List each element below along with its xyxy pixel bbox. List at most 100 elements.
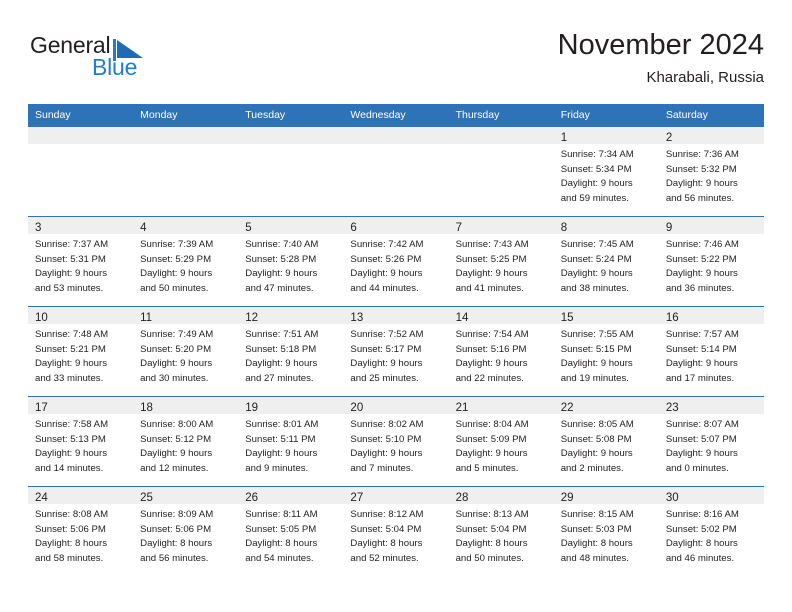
sunrise-text: Sunrise: 8:15 AM [560,509,634,520]
calendar-day-cell[interactable]: 11 Sunrise: 7:49 AM Sunset: 5:20 PM Dayligh… [133,306,239,397]
calendar-day-cell[interactable]: 26 Sunrise: 8:11 AM Sunset: 5:05 PM Dayligh… [238,486,344,577]
calendar-day-cell[interactable]: 1 Sunrise: 7:34 AM Sunset: 5:34 PM Daylight… [553,126,659,217]
calendar-day-cell[interactable]: 23 Sunrise: 8:07 AM Sunset: 5:07 PM Dayligh… [658,396,764,487]
page-title: November 2024 [557,29,764,61]
daylight-text-line2: and 46 minutes. [665,552,735,564]
calendar-day-cell[interactable]: 12 Sunrise: 7:51 AM Sunset: 5:18 PM Dayligh… [238,306,344,397]
calendar-day-cell[interactable]: 8 Sunrise: 7:45 AM Sunset: 5:24 PM Daylight… [553,216,659,307]
daylight-text-line1: Daylight: 9 hours [665,178,738,189]
daylight-text-line1: Daylight: 8 hours [245,538,318,549]
daylight-text-line2: and 50 minutes. [140,282,209,294]
day-number-band: 7 [448,217,554,234]
calendar-day-cell[interactable]: 14 Sunrise: 7:54 AM Sunset: 5:16 PM Dayligh… [448,306,554,397]
daylight-text-line2: and 17 minutes. [665,372,735,384]
calendar-day-cell[interactable]: 4 Sunrise: 7:39 AM Sunset: 5:29 PM Daylight… [133,216,239,307]
calendar-week-row: 3 Sunrise: 7:37 AM Sunset: 5:31 PM Daylight… [28,216,764,307]
day-number-band: 23 [658,397,764,414]
calendar-day-cell[interactable]: 10 Sunrise: 7:48 AM Sunset: 5:21 PM Dayligh… [28,306,134,397]
calendar-day-cell[interactable]: 16 Sunrise: 7:57 AM Sunset: 5:14 PM Dayligh… [658,306,764,397]
daylight-text-line1: Daylight: 9 hours [245,448,318,459]
sunset-text: Sunset: 5:14 PM [665,343,737,355]
sunrise-text: Sunrise: 7:58 AM [35,419,109,430]
daylight-text-line1: Daylight: 9 hours [350,268,423,279]
day-number-band: 14 [448,307,554,324]
sunrise-text: Sunrise: 8:11 AM [245,509,318,520]
day-number-band: 28 [448,487,554,504]
calendar-day-cell[interactable]: 6 Sunrise: 7:42 AM Sunset: 5:26 PM Daylight… [343,216,449,307]
daylight-text-line2: and 56 minutes. [140,552,209,564]
sunrise-text: Sunrise: 8:16 AM [665,509,739,520]
calendar-day-cell[interactable]: 27 Sunrise: 8:12 AM Sunset: 5:04 PM Dayligh… [343,486,449,577]
daylight-text-line1: Daylight: 9 hours [350,358,423,369]
day-number: 26 [245,492,259,504]
calendar-day-cell[interactable]: 25 Sunrise: 8:09 AM Sunset: 5:06 PM Dayligh… [133,486,239,577]
sunset-text: Sunset: 5:15 PM [560,343,632,355]
calendar-day-cell[interactable]: 24 Sunrise: 8:08 AM Sunset: 5:06 PM Dayligh… [28,486,134,577]
sunrise-text: Sunrise: 8:00 AM [140,419,214,430]
calendar-day-cell[interactable]: 13 Sunrise: 7:52 AM Sunset: 5:17 PM Dayligh… [343,306,449,397]
masthead: General Blue November 2024 Kharabali, Ru… [28,28,764,96]
sunset-text: Sunset: 5:32 PM [665,163,737,175]
calendar-day-cell[interactable]: 3 Sunrise: 7:37 AM Sunset: 5:31 PM Daylight… [28,216,134,307]
day-cell-body: Sunrise: 8:00 AM Sunset: 5:12 PM Daylight:… [133,414,238,476]
day-number-band: 2 [658,127,764,144]
day-cell-body: Sunrise: 8:09 AM Sunset: 5:06 PM Daylight:… [133,504,238,566]
calendar-day-cell[interactable]: 2 Sunrise: 7:36 AM Sunset: 5:32 PM Daylight… [658,126,764,217]
calendar-day-cell[interactable]: 22 Sunrise: 8:05 AM Sunset: 5:08 PM Dayligh… [553,396,659,487]
calendar-day-cell[interactable]: 18 Sunrise: 8:00 AM Sunset: 5:12 PM Dayligh… [133,396,239,487]
sunrise-text: Sunrise: 7:36 AM [665,149,739,160]
sunset-text: Sunset: 5:04 PM [350,523,422,535]
day-number: 4 [140,222,147,234]
day-number-band [133,127,239,144]
day-cell-body: Sunrise: 7:43 AM Sunset: 5:25 PM Daylight:… [449,234,554,296]
calendar-day-cell[interactable]: 5 Sunrise: 7:40 AM Sunset: 5:28 PM Daylight… [238,216,344,307]
calendar-day-cell[interactable]: 19 Sunrise: 8:01 AM Sunset: 5:11 PM Dayligh… [238,396,344,487]
calendar-page: General Blue November 2024 Kharabali, Ru… [0,0,792,612]
sunset-text: Sunset: 5:12 PM [140,433,212,445]
calendar-day-cell[interactable]: 21 Sunrise: 8:04 AM Sunset: 5:09 PM Dayligh… [448,396,554,487]
day-number: 29 [560,492,574,504]
day-cell-body: Sunrise: 8:11 AM Sunset: 5:05 PM Daylight:… [238,504,343,566]
daylight-text-line1: Daylight: 9 hours [245,358,318,369]
calendar-day-cell[interactable]: 28 Sunrise: 8:13 AM Sunset: 5:04 PM Dayligh… [448,486,554,577]
daylight-text-line2: and 50 minutes. [455,552,524,564]
sunset-text: Sunset: 5:28 PM [245,253,317,265]
sunrise-text: Sunrise: 8:05 AM [560,419,634,430]
calendar-day-cell[interactable]: 15 Sunrise: 7:55 AM Sunset: 5:15 PM Dayligh… [553,306,659,397]
day-cell-body: Sunrise: 7:49 AM Sunset: 5:20 PM Daylight:… [133,324,238,386]
daylight-text-line2: and 53 minutes. [35,282,104,294]
calendar-day-cell[interactable]: 30 Sunrise: 8:16 AM Sunset: 5:02 PM Dayligh… [658,486,764,577]
day-number-band: 19 [238,397,344,414]
calendar-day-cell[interactable]: 9 Sunrise: 7:46 AM Sunset: 5:22 PM Daylight… [658,216,764,307]
day-number-band: 26 [238,487,344,504]
sunset-text: Sunset: 5:29 PM [140,253,212,265]
daylight-text-line2: and 52 minutes. [350,552,419,564]
sunset-text: Sunset: 5:18 PM [245,343,317,355]
day-cell-body: Sunrise: 7:39 AM Sunset: 5:29 PM Daylight:… [133,234,238,296]
daylight-text-line1: Daylight: 9 hours [455,448,528,459]
day-number: 13 [350,312,364,324]
daylight-text-line1: Daylight: 8 hours [350,538,423,549]
daylight-text-line2: and 47 minutes. [245,282,314,294]
calendar-day-cell-empty [343,126,449,217]
brand-logo[interactable]: General Blue [30,32,170,88]
daylight-text-line1: Daylight: 9 hours [35,358,107,369]
day-number: 22 [560,402,574,414]
sunset-text: Sunset: 5:09 PM [455,433,527,445]
calendar-day-cell[interactable]: 29 Sunrise: 8:15 AM Sunset: 5:03 PM Dayligh… [553,486,659,577]
sunrise-text: Sunrise: 7:52 AM [350,329,424,340]
calendar-day-cell[interactable]: 17 Sunrise: 7:58 AM Sunset: 5:13 PM Dayligh… [28,396,134,487]
sunrise-text: Sunrise: 8:12 AM [350,509,424,520]
calendar-day-cell-empty [28,126,134,217]
daylight-text-line1: Daylight: 9 hours [455,358,528,369]
calendar-day-cell[interactable]: 7 Sunrise: 7:43 AM Sunset: 5:25 PM Daylight… [448,216,554,307]
day-cell-body: Sunrise: 8:08 AM Sunset: 5:06 PM Daylight:… [28,504,133,566]
brand-name-blue: Blue [92,54,138,80]
daylight-text-line2: and 36 minutes. [665,282,735,294]
sunset-text: Sunset: 5:05 PM [245,523,317,535]
calendar-day-cell[interactable]: 20 Sunrise: 8:02 AM Sunset: 5:10 PM Dayligh… [343,396,449,487]
calendar-week-row: 10 Sunrise: 7:48 AM Sunset: 5:21 PM Dayligh… [28,306,764,397]
day-number: 12 [245,312,259,324]
sunset-text: Sunset: 5:02 PM [665,523,737,535]
sunrise-text: Sunrise: 7:37 AM [35,239,109,250]
